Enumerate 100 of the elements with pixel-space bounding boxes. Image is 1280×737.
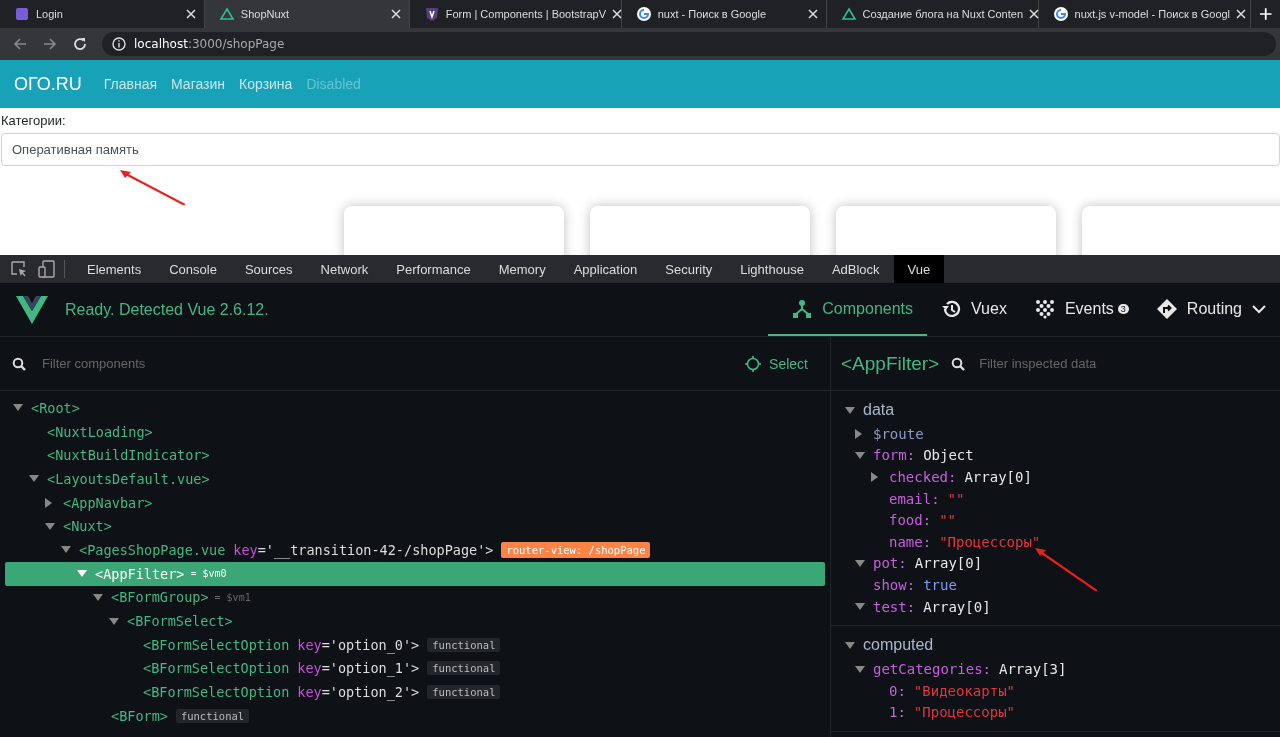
toggle-icon[interactable]: [855, 451, 865, 459]
status-text: Ready. Detected Vue 2.6.12.: [65, 300, 269, 319]
filter-field[interactable]: Filter inspected data: [977, 355, 1280, 372]
tree-row[interactable]: <AppNavbar>: [5, 490, 825, 515]
property-key: checked:: [889, 469, 957, 485]
functional-badge: functional: [427, 637, 501, 652]
devtools-tab[interactable]: Lighthouse: [726, 255, 818, 283]
forward-icon: [42, 36, 58, 52]
shield-icon: [423, 6, 440, 22]
property-key: getCategories:: [873, 661, 991, 678]
close-icon: [612, 9, 623, 19]
toggle-icon[interactable]: [845, 406, 855, 414]
component-title: <AppFilter>: [841, 352, 940, 375]
search-icon: [12, 356, 26, 371]
tree-row[interactable]: <BForm> functional: [5, 703, 825, 728]
toggle-icon[interactable]: [855, 603, 865, 611]
panel-tab[interactable]: Vuex: [927, 283, 1021, 336]
property-value: Object: [923, 447, 974, 464]
address-field[interactable]: localhost:3000/shopPage: [102, 32, 1276, 56]
property-value: "Процессоры": [939, 533, 1041, 550]
triangle-icon: [840, 6, 857, 22]
functional-badge: functional: [427, 661, 501, 676]
property-value: "Процессоры": [913, 704, 1015, 721]
panel-tab[interactable]: Routing: [1142, 283, 1280, 336]
devtools-tab[interactable]: Vue: [893, 255, 945, 283]
device-icon: [38, 260, 56, 278]
toggle-icon[interactable]: [61, 546, 71, 554]
vue-logo-icon: [16, 295, 48, 324]
property-value: "Видеокарты": [913, 682, 1015, 699]
toggle-icon[interactable]: [93, 593, 103, 601]
functional-badge: functional: [175, 708, 250, 723]
annotation-arrow: [1035, 548, 1097, 591]
toggle-icon[interactable]: [29, 475, 39, 483]
property-key: $route: [873, 425, 924, 442]
property-key: show:: [873, 576, 916, 593]
triangle-icon: [218, 6, 235, 22]
devtools-tab[interactable]: Memory: [484, 255, 560, 283]
property-value: "": [939, 512, 956, 529]
count-badge: 3: [1117, 303, 1129, 314]
close-icon: [185, 9, 196, 19]
category-select[interactable]: Оперативная память: [1, 133, 1280, 166]
section-title: computed: [863, 636, 934, 655]
select-button[interactable]: Select: [745, 355, 808, 372]
tree-row[interactable]: <BFormGroup> = $vm1: [5, 585, 825, 610]
devtools-tab[interactable]: Performance: [382, 255, 485, 283]
inspect-icon: [10, 260, 28, 278]
devtools-tab[interactable]: Network: [306, 255, 383, 283]
panel-tab[interactable]: Events 3: [1020, 283, 1143, 336]
toggle-icon[interactable]: [855, 665, 865, 673]
tree-row[interactable]: <Nuxt>: [5, 514, 825, 539]
tree-row[interactable]: <BFormSelectOption key='option_1'> functional: [5, 656, 825, 681]
toggle-icon[interactable]: [109, 617, 119, 625]
property-value: Array[0]: [964, 469, 1032, 485]
property-key: 0:: [889, 682, 906, 699]
devtools-tab[interactable]: Sources: [230, 255, 307, 283]
toggle-icon[interactable]: [13, 404, 23, 412]
toggle-icon[interactable]: [855, 559, 865, 567]
reload-icon: [72, 36, 88, 52]
functional-badge: functional: [427, 685, 501, 700]
dots-icon: [1034, 298, 1055, 319]
filter-field[interactable]: Filter components: [40, 355, 732, 372]
property-value: Array[0]: [923, 598, 991, 615]
tree-row[interactable]: <NuxtBuildIndicator>: [5, 443, 825, 468]
tree-row[interactable]: <Root>: [5, 396, 825, 420]
tree-row[interactable]: <LayoutsDefault.vue>: [5, 467, 825, 491]
signpost-icon: [1156, 298, 1177, 319]
crosshair-icon: [745, 355, 762, 372]
nodes-icon: [792, 298, 813, 319]
toggle-icon[interactable]: [45, 522, 55, 530]
property-key: name:: [889, 533, 932, 550]
devtools-tab[interactable]: Console: [155, 255, 231, 283]
close-icon: [1029, 9, 1039, 19]
panel-tab[interactable]: Components: [768, 283, 928, 336]
tree-row[interactable]: <PagesShopPage.vue key='__transition-42-/shopPage'> router-view: /shopPage: [5, 538, 825, 562]
close-icon: [390, 9, 401, 19]
route-badge: router-view: /shopPage: [501, 541, 651, 558]
tree-row[interactable]: <BFormSelectOption key='option_2'> functional: [5, 680, 825, 704]
browser-tab[interactable]: ShopNuxt: [204, 0, 410, 28]
devtools-tab[interactable]: Application: [559, 255, 652, 283]
property-key: test:: [873, 598, 916, 615]
back-icon: [12, 36, 28, 52]
devtools-tab[interactable]: AdBlock: [817, 255, 894, 283]
tree-row[interactable]: <NuxtLoading>: [5, 419, 825, 444]
tree-row[interactable]: <BFormSelectOption key='option_0'> functional: [5, 632, 825, 657]
history-icon: [941, 298, 962, 319]
devtools-tab[interactable]: Elements: [73, 255, 156, 283]
section-title: data: [863, 401, 895, 419]
property-value: Array[3]: [999, 661, 1067, 678]
annotation-arrow: [120, 170, 185, 205]
search-icon: [951, 356, 966, 371]
toggle-icon[interactable]: [845, 641, 855, 649]
tree-row[interactable]: <BFormSelect>: [5, 609, 825, 633]
property-value: Array[0]: [914, 555, 983, 572]
field-label: Категории:: [0, 112, 67, 130]
info-icon: [112, 37, 126, 51]
property-key: form:: [873, 447, 916, 464]
devtools-tab[interactable]: Security: [651, 255, 727, 283]
property-key: pot:: [873, 555, 907, 572]
square-icon: [14, 6, 30, 22]
globe-icon: [1052, 6, 1069, 22]
